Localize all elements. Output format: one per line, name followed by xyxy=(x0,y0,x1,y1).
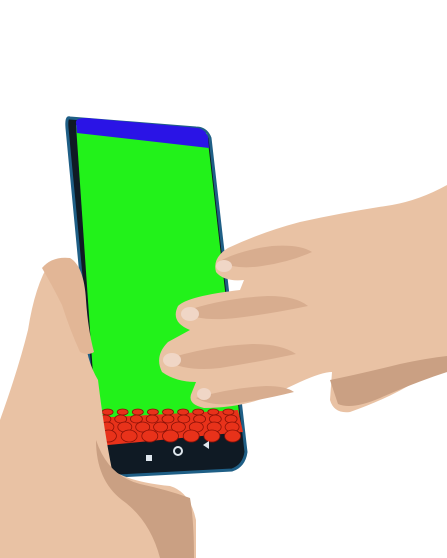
theater-seat xyxy=(162,429,179,443)
theater-seat xyxy=(207,408,220,416)
ring-fingernail xyxy=(163,353,181,367)
theater-seat xyxy=(141,429,159,443)
middle-fingernail xyxy=(181,307,199,321)
theater-seat xyxy=(131,408,144,416)
photo-scene xyxy=(0,0,447,558)
theater-seat xyxy=(116,408,129,416)
theater-seat xyxy=(129,414,143,424)
theater-seat xyxy=(222,408,235,416)
theater-seat xyxy=(192,408,205,416)
theater-seat xyxy=(120,429,138,443)
theater-seat xyxy=(146,408,159,416)
theater-seat xyxy=(101,408,114,416)
theater-seat xyxy=(153,421,169,433)
index-fingernail xyxy=(216,260,232,272)
square-icon[interactable] xyxy=(146,455,152,461)
theater-seat xyxy=(224,429,242,443)
theater-seat xyxy=(203,429,221,443)
theater-seat xyxy=(162,408,174,416)
theater-seat xyxy=(161,414,175,424)
theater-seat xyxy=(177,408,190,416)
pinky-fingernail xyxy=(197,388,211,400)
theater-seat xyxy=(182,429,200,443)
theater-seat xyxy=(145,414,159,424)
